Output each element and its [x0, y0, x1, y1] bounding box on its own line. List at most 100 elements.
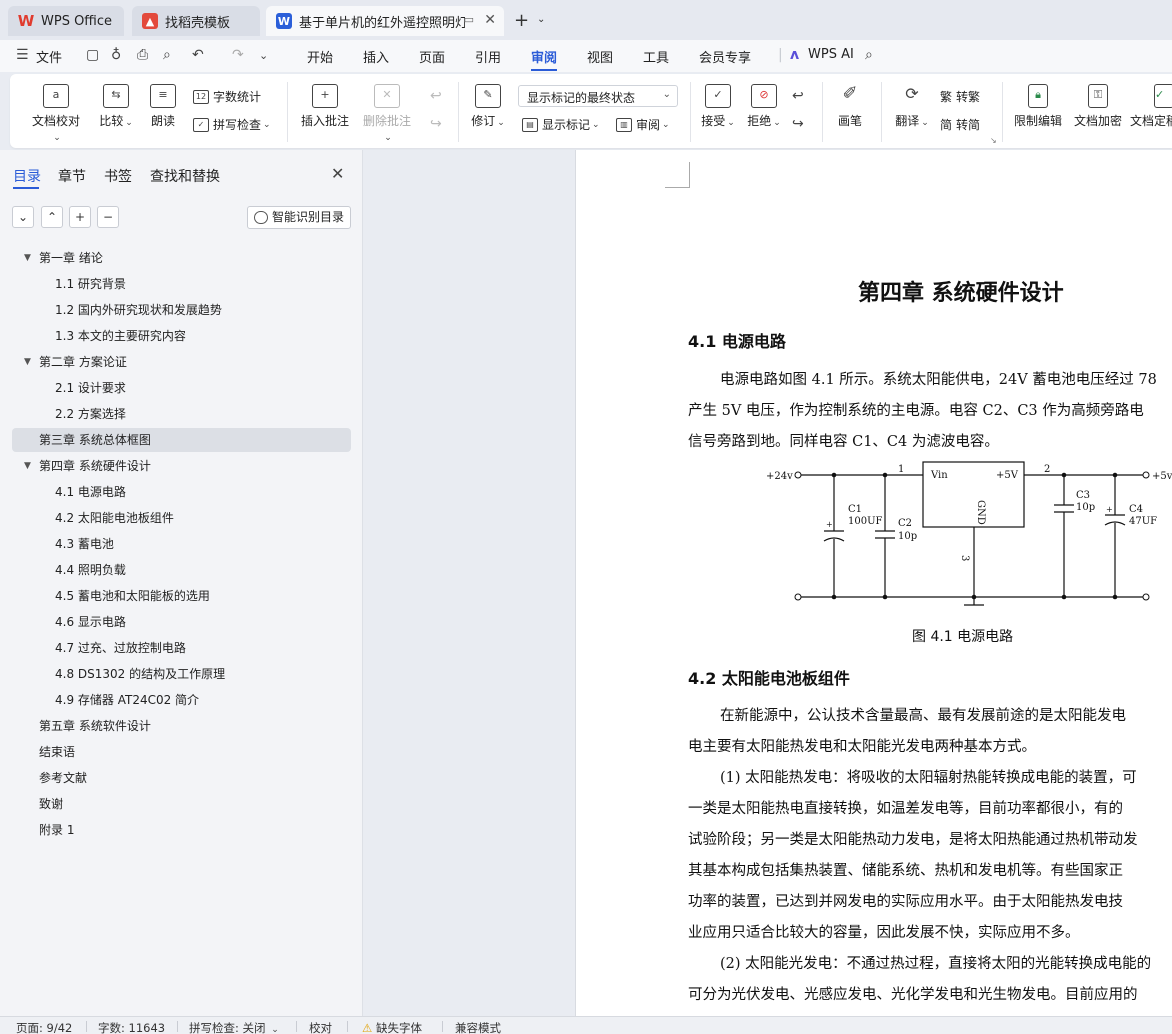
toc-item[interactable]: ▼ 第四章 系统硬件设计 — [12, 454, 351, 478]
tab-wps-office[interactable]: W WPS Office — [8, 6, 124, 36]
word-count-status[interactable]: 字数: 11643 — [98, 1020, 165, 1034]
doc-finalize-button[interactable]: ✓ 文档定稿 — [1130, 84, 1172, 129]
close-pane-icon[interactable]: ✕ — [331, 164, 344, 183]
toc-item[interactable]: 致谢 — [12, 792, 351, 816]
toc-item[interactable]: 1.1 研究背景 — [12, 272, 351, 296]
next-comment-icon[interactable]: ↪ — [430, 116, 442, 132]
expand-arrow-icon[interactable]: ▼ — [24, 350, 31, 374]
expand-arrow-icon[interactable]: ▼ — [24, 454, 31, 478]
prev-comment-icon[interactable]: ↩ — [430, 88, 442, 104]
chevron-down-icon[interactable]: ⌄ — [537, 14, 545, 25]
redo-icon[interactable]: ↷ — [232, 47, 244, 63]
menu-view[interactable]: 视图 — [587, 47, 613, 66]
toc-item[interactable]: ▼ 第二章 方案论证 — [12, 350, 351, 374]
toc-item[interactable]: 4.9 存储器 AT24C02 简介 — [12, 688, 351, 712]
restrict-edit-button[interactable]: 🔒︎ 限制编辑 — [1012, 84, 1064, 129]
expand-group-icon[interactable]: ↘ — [990, 136, 997, 145]
tab-docer-templates[interactable]: ▲ 找稻壳模板 — [132, 6, 260, 36]
toc-item[interactable]: 2.2 方案选择 — [12, 402, 351, 426]
smart-toc-button[interactable]: 智能识别目录 — [247, 206, 351, 229]
delete-comment-button[interactable]: ✕ 删除批注⌄ — [359, 84, 415, 143]
toc-item[interactable]: 2.1 设计要求 — [12, 376, 351, 400]
toc-item[interactable]: 4.4 照明负载 — [12, 558, 351, 582]
review-pane-icon: ▥ — [616, 117, 632, 132]
doc-proof-button[interactable]: a 文档校对⌄ — [28, 84, 84, 143]
print-icon[interactable]: ⎙ — [137, 47, 148, 63]
track-changes-button[interactable]: ✎ 修订 ⌄ — [468, 84, 508, 129]
paragraph-line: (2) 太阳能光发电：不通过热过程，直接将太阳的光能转换成电能的 — [720, 956, 1152, 972]
compare-button[interactable]: ⇆ 比较 ⌄ — [96, 84, 136, 129]
more-chevron-icon[interactable]: ⌄ — [259, 49, 268, 62]
toc-item[interactable]: 参考文献 — [12, 766, 351, 790]
page-indicator[interactable]: 页面: 9/42 — [16, 1020, 72, 1034]
toc-item[interactable]: 4.5 蓄电池和太阳能板的选用 — [12, 584, 351, 608]
translate-button[interactable]: ⟳ 翻译 ⌄ — [892, 84, 932, 129]
add-heading-icon[interactable]: + — [69, 206, 91, 228]
toc-item[interactable]: ▼ 第一章 绪论 — [12, 246, 351, 270]
accept-button[interactable]: ✓ 接受 ⌄ — [698, 84, 738, 129]
word-count-button[interactable]: 12 字数统计 — [193, 88, 261, 105]
review-pane-button[interactable]: ▥ 审阅 ⌄ — [616, 116, 670, 133]
new-tab-icon[interactable]: + — [514, 10, 529, 31]
markup-state-select[interactable]: 显示标记的最终状态 ⌄ — [518, 85, 678, 107]
toc-item[interactable]: 4.7 过充、过放控制电路 — [12, 636, 351, 660]
paragraph-line: 电源电路如图 4.1 所示。系统太阳能供电，24V 蓄电池电压经过 78 — [720, 372, 1157, 388]
save-icon[interactable]: ▢ — [86, 47, 99, 63]
missing-font-status[interactable]: ⚠ 缺失字体 — [362, 1020, 422, 1034]
chevron-up-icon[interactable]: ⌃ — [41, 206, 63, 228]
hamburger-icon[interactable]: ☰ — [16, 47, 29, 63]
toc-item[interactable]: 4.6 显示电路 — [12, 610, 351, 634]
proof-status[interactable]: 校对 — [309, 1020, 332, 1034]
show-markup-button[interactable]: ▤ 显示标记 ⌄ — [522, 116, 600, 133]
menu-wps-ai[interactable]: WPS AI — [808, 47, 854, 62]
document-page[interactable]: 第四章 系统硬件设计 4.1 电源电路 电源电路如图 4.1 所示。系统太阳能供… — [575, 150, 1172, 1016]
wps-ai-icon[interactable]: ʌ — [790, 47, 799, 63]
to-traditional-button[interactable]: 繁转繁 — [940, 88, 980, 105]
menu-insert[interactable]: 插入 — [363, 47, 389, 66]
toc-item[interactable]: 结束语 — [12, 740, 351, 764]
toc-item[interactable]: 4.1 电源电路 — [12, 480, 351, 504]
to-simplified-button[interactable]: 简转简 — [940, 116, 980, 133]
pen-button[interactable]: ✐ 画笔 — [834, 84, 866, 129]
menu-layout[interactable]: 页面 — [419, 47, 445, 66]
menu-references[interactable]: 引用 — [475, 47, 501, 66]
ribbon-separator — [822, 82, 823, 142]
toc-item[interactable]: 1.3 本文的主要研究内容 — [12, 324, 351, 348]
prev-change-icon[interactable]: ↩ — [792, 88, 804, 104]
monitor-icon[interactable]: ▭ — [464, 13, 474, 26]
toc-item[interactable]: 附录 1 — [12, 818, 351, 842]
smart-toc-icon — [254, 211, 268, 224]
nav-tab-bookmarks[interactable]: 书签 — [104, 166, 132, 186]
menu-tools[interactable]: 工具 — [643, 47, 669, 66]
toc-item[interactable]: 4.3 蓄电池 — [12, 532, 351, 556]
reject-button[interactable]: ⊘ 拒绝 ⌄ — [744, 84, 784, 129]
menu-file[interactable]: 文件 — [36, 47, 62, 66]
read-aloud-button[interactable]: ≡ 朗读 — [148, 84, 178, 129]
share-icon[interactable]: ♁ — [111, 47, 121, 63]
toc-item[interactable]: 4.2 太阳能电池板组件 — [12, 506, 351, 530]
tab-current-document[interactable]: W 基于单片机的红外遥控照明灯系 ▭ ✕ — [266, 6, 504, 36]
toc-item[interactable]: 1.2 国内外研究现状和发展趋势 — [12, 298, 351, 322]
search-icon[interactable]: ⌕ — [865, 47, 873, 63]
menu-member[interactable]: 会员专享 — [699, 47, 751, 66]
remove-heading-icon[interactable]: − — [97, 206, 119, 228]
toc-item[interactable]: 第五章 系统软件设计 — [12, 714, 351, 738]
expand-arrow-icon[interactable]: ▼ — [24, 246, 31, 270]
nav-tab-find-replace[interactable]: 查找和替换 — [150, 166, 220, 186]
spell-check-button[interactable]: ✓ 拼写检查 ⌄ — [193, 116, 271, 133]
menu-home[interactable]: 开始 — [307, 47, 333, 66]
next-change-icon[interactable]: ↪ — [792, 116, 804, 132]
insert-comment-button[interactable]: + 插入批注 — [298, 84, 352, 129]
toc-item[interactable]: 第三章 系统总体框图 — [12, 428, 351, 452]
doc-encrypt-button[interactable]: ⚿ 文档加密 — [1072, 84, 1124, 129]
menu-review[interactable]: 审阅 — [531, 47, 557, 66]
nav-tab-chapters[interactable]: 章节 — [58, 166, 86, 186]
undo-icon[interactable]: ↶ — [192, 47, 204, 63]
close-tab-icon[interactable]: ✕ — [484, 12, 496, 28]
nav-tab-toc[interactable]: 目录 — [13, 166, 41, 186]
spell-check-status[interactable]: 拼写检查: 关闭 ⌄ — [189, 1020, 279, 1034]
docer-icon: ▲ — [142, 13, 158, 29]
print-preview-icon[interactable]: ⌕ — [163, 47, 171, 63]
collapse-icon[interactable]: ⌄ — [12, 206, 34, 228]
toc-item[interactable]: 4.8 DS1302 的结构及工作原理 — [12, 662, 351, 686]
